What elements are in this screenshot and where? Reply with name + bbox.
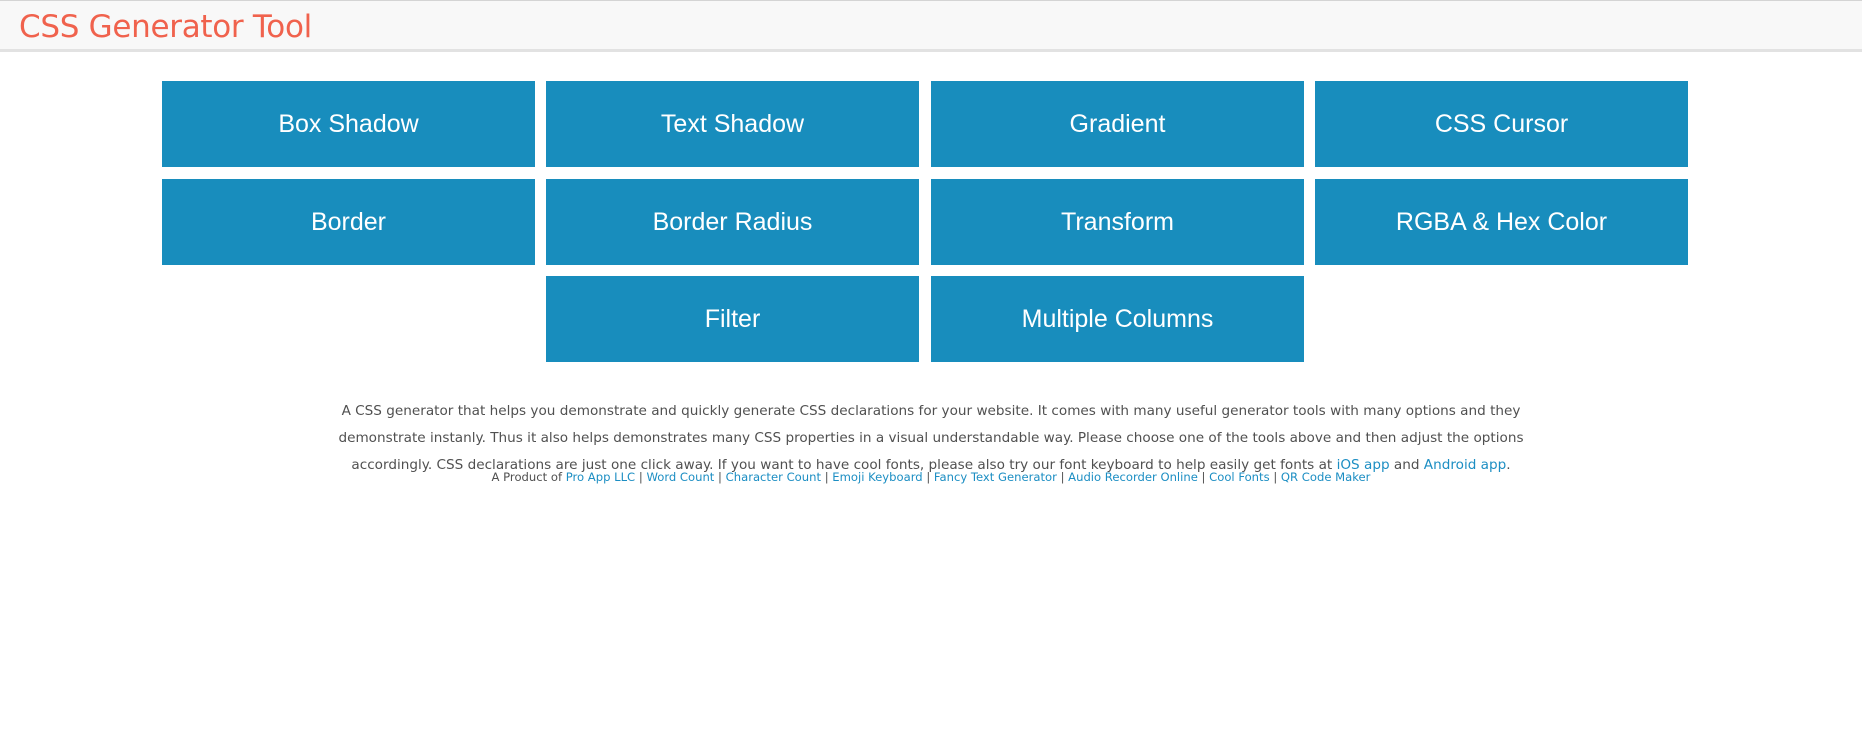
footer-link-qr-code-maker[interactable]: QR Code Maker	[1281, 470, 1371, 484]
tool-button-gradient[interactable]: Gradient	[931, 81, 1304, 167]
footer-separator: |	[926, 470, 931, 484]
tool-button-text-shadow[interactable]: Text Shadow	[546, 81, 919, 167]
tool-button-border-radius[interactable]: Border Radius	[546, 179, 919, 265]
footer-separator: |	[1060, 470, 1065, 484]
tool-button-rgba-hex-color[interactable]: RGBA & Hex Color	[1315, 179, 1688, 265]
footer-link-pro-app-llc[interactable]: Pro App LLC	[566, 470, 635, 484]
description-paragraph: A CSS generator that helps you demonstra…	[300, 398, 1562, 479]
tool-button-filter[interactable]: Filter	[546, 276, 919, 362]
footer-prefix: A Product of	[491, 470, 566, 484]
tool-button-multiple-columns[interactable]: Multiple Columns	[931, 276, 1304, 362]
footer-separator: |	[718, 470, 722, 484]
footer-link-cool-fonts[interactable]: Cool Fonts	[1209, 470, 1269, 484]
footer-separator: |	[824, 470, 829, 484]
tool-button-transform[interactable]: Transform	[931, 179, 1304, 265]
tool-button-border[interactable]: Border	[162, 179, 535, 265]
footer-link-character-count[interactable]: Character Count	[726, 470, 821, 484]
footer-separator: |	[1201, 470, 1206, 484]
footer: A Product of Pro App LLC | Word Count | …	[300, 468, 1562, 486]
footer-link-word-count[interactable]: Word Count	[646, 470, 714, 484]
tool-button-css-cursor[interactable]: CSS Cursor	[1315, 81, 1688, 167]
footer-link-fancy-text-generator[interactable]: Fancy Text Generator	[934, 470, 1057, 484]
tool-grid: Box Shadow Text Shadow Gradient CSS Curs…	[0, 0, 1862, 400]
footer-link-emoji-keyboard[interactable]: Emoji Keyboard	[832, 470, 922, 484]
footer-link-audio-recorder-online[interactable]: Audio Recorder Online	[1068, 470, 1198, 484]
footer-separator: |	[1273, 470, 1278, 484]
footer-separator: |	[638, 470, 643, 484]
tool-button-box-shadow[interactable]: Box Shadow	[162, 81, 535, 167]
